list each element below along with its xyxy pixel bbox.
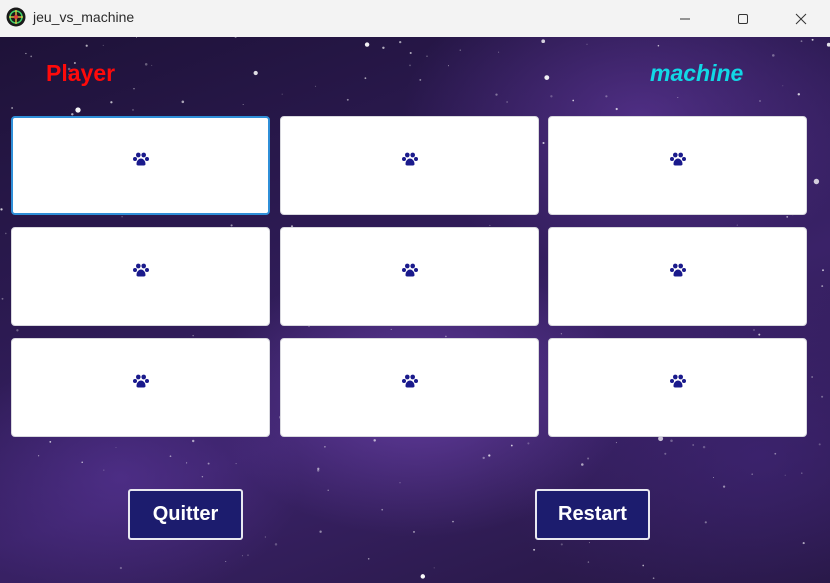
minimize-button[interactable] [656,0,714,37]
board-cell-3-3[interactable] [548,338,807,437]
paw-icon [670,374,686,388]
close-icon [795,13,807,24]
quit-button[interactable]: Quitter [128,489,243,540]
player-label: Player [46,60,116,86]
paw-icon [133,263,149,277]
close-button[interactable] [772,0,830,37]
window-title: jeu_vs_machine [33,9,135,25]
machine-label: machine [650,60,744,86]
app-window: jeu_vs_machine Player machine Quitter Re… [0,0,830,583]
paw-icon [402,374,418,388]
board-cell-3-2[interactable] [280,338,539,437]
minimize-icon [680,18,690,19]
paw-icon [402,263,418,277]
paw-icon [402,152,418,166]
board-cell-2-1[interactable] [11,227,270,326]
board-cell-2-3[interactable] [548,227,807,326]
board-cell-1-1[interactable] [11,116,270,215]
board-cell-3-1[interactable] [11,338,270,437]
paw-icon [670,152,686,166]
restart-button[interactable]: Restart [535,489,650,540]
game-logo-icon [6,7,26,27]
board-cell-2-2[interactable] [280,227,539,326]
board-cell-1-3[interactable] [548,116,807,215]
game-area: Player machine Quitter Restart [0,37,830,583]
maximize-button[interactable] [714,0,772,37]
title-bar[interactable]: jeu_vs_machine [0,0,830,37]
paw-icon [670,263,686,277]
maximize-icon [738,13,748,24]
paw-icon [133,152,149,166]
board-cell-1-2[interactable] [280,116,539,215]
paw-icon [133,374,149,388]
